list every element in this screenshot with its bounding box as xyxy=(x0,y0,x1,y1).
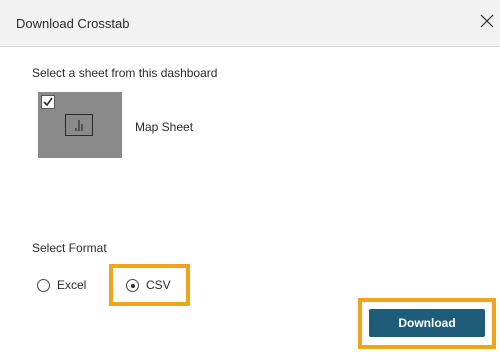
radio-csv[interactable]: CSV xyxy=(126,278,176,293)
close-icon xyxy=(480,14,494,28)
radio-csv-label: CSV xyxy=(146,278,171,292)
checkmark-icon xyxy=(43,97,53,107)
radio-circle xyxy=(126,279,139,292)
radio-selected-dot xyxy=(130,283,135,288)
download-button[interactable]: Download xyxy=(369,309,485,337)
radio-excel[interactable]: Excel xyxy=(37,278,97,293)
dialog-titlebar: Download Crosstab xyxy=(0,0,500,47)
download-crosstab-dialog: Download Crosstab Select a sheet from th… xyxy=(0,0,500,363)
format-select-label: Select Format xyxy=(32,241,107,255)
radio-excel-label: Excel xyxy=(57,278,87,292)
dialog-title: Download Crosstab xyxy=(16,16,130,31)
sheet-checkbox[interactable] xyxy=(41,95,55,109)
bar-chart-icon xyxy=(65,114,93,136)
radio-circle xyxy=(37,279,50,292)
sheet-select-label: Select a sheet from this dashboard xyxy=(32,66,218,80)
close-button[interactable] xyxy=(476,10,498,32)
sheet-name-label: Map Sheet xyxy=(135,120,194,134)
sheet-thumbnail-map-sheet[interactable] xyxy=(38,92,122,158)
